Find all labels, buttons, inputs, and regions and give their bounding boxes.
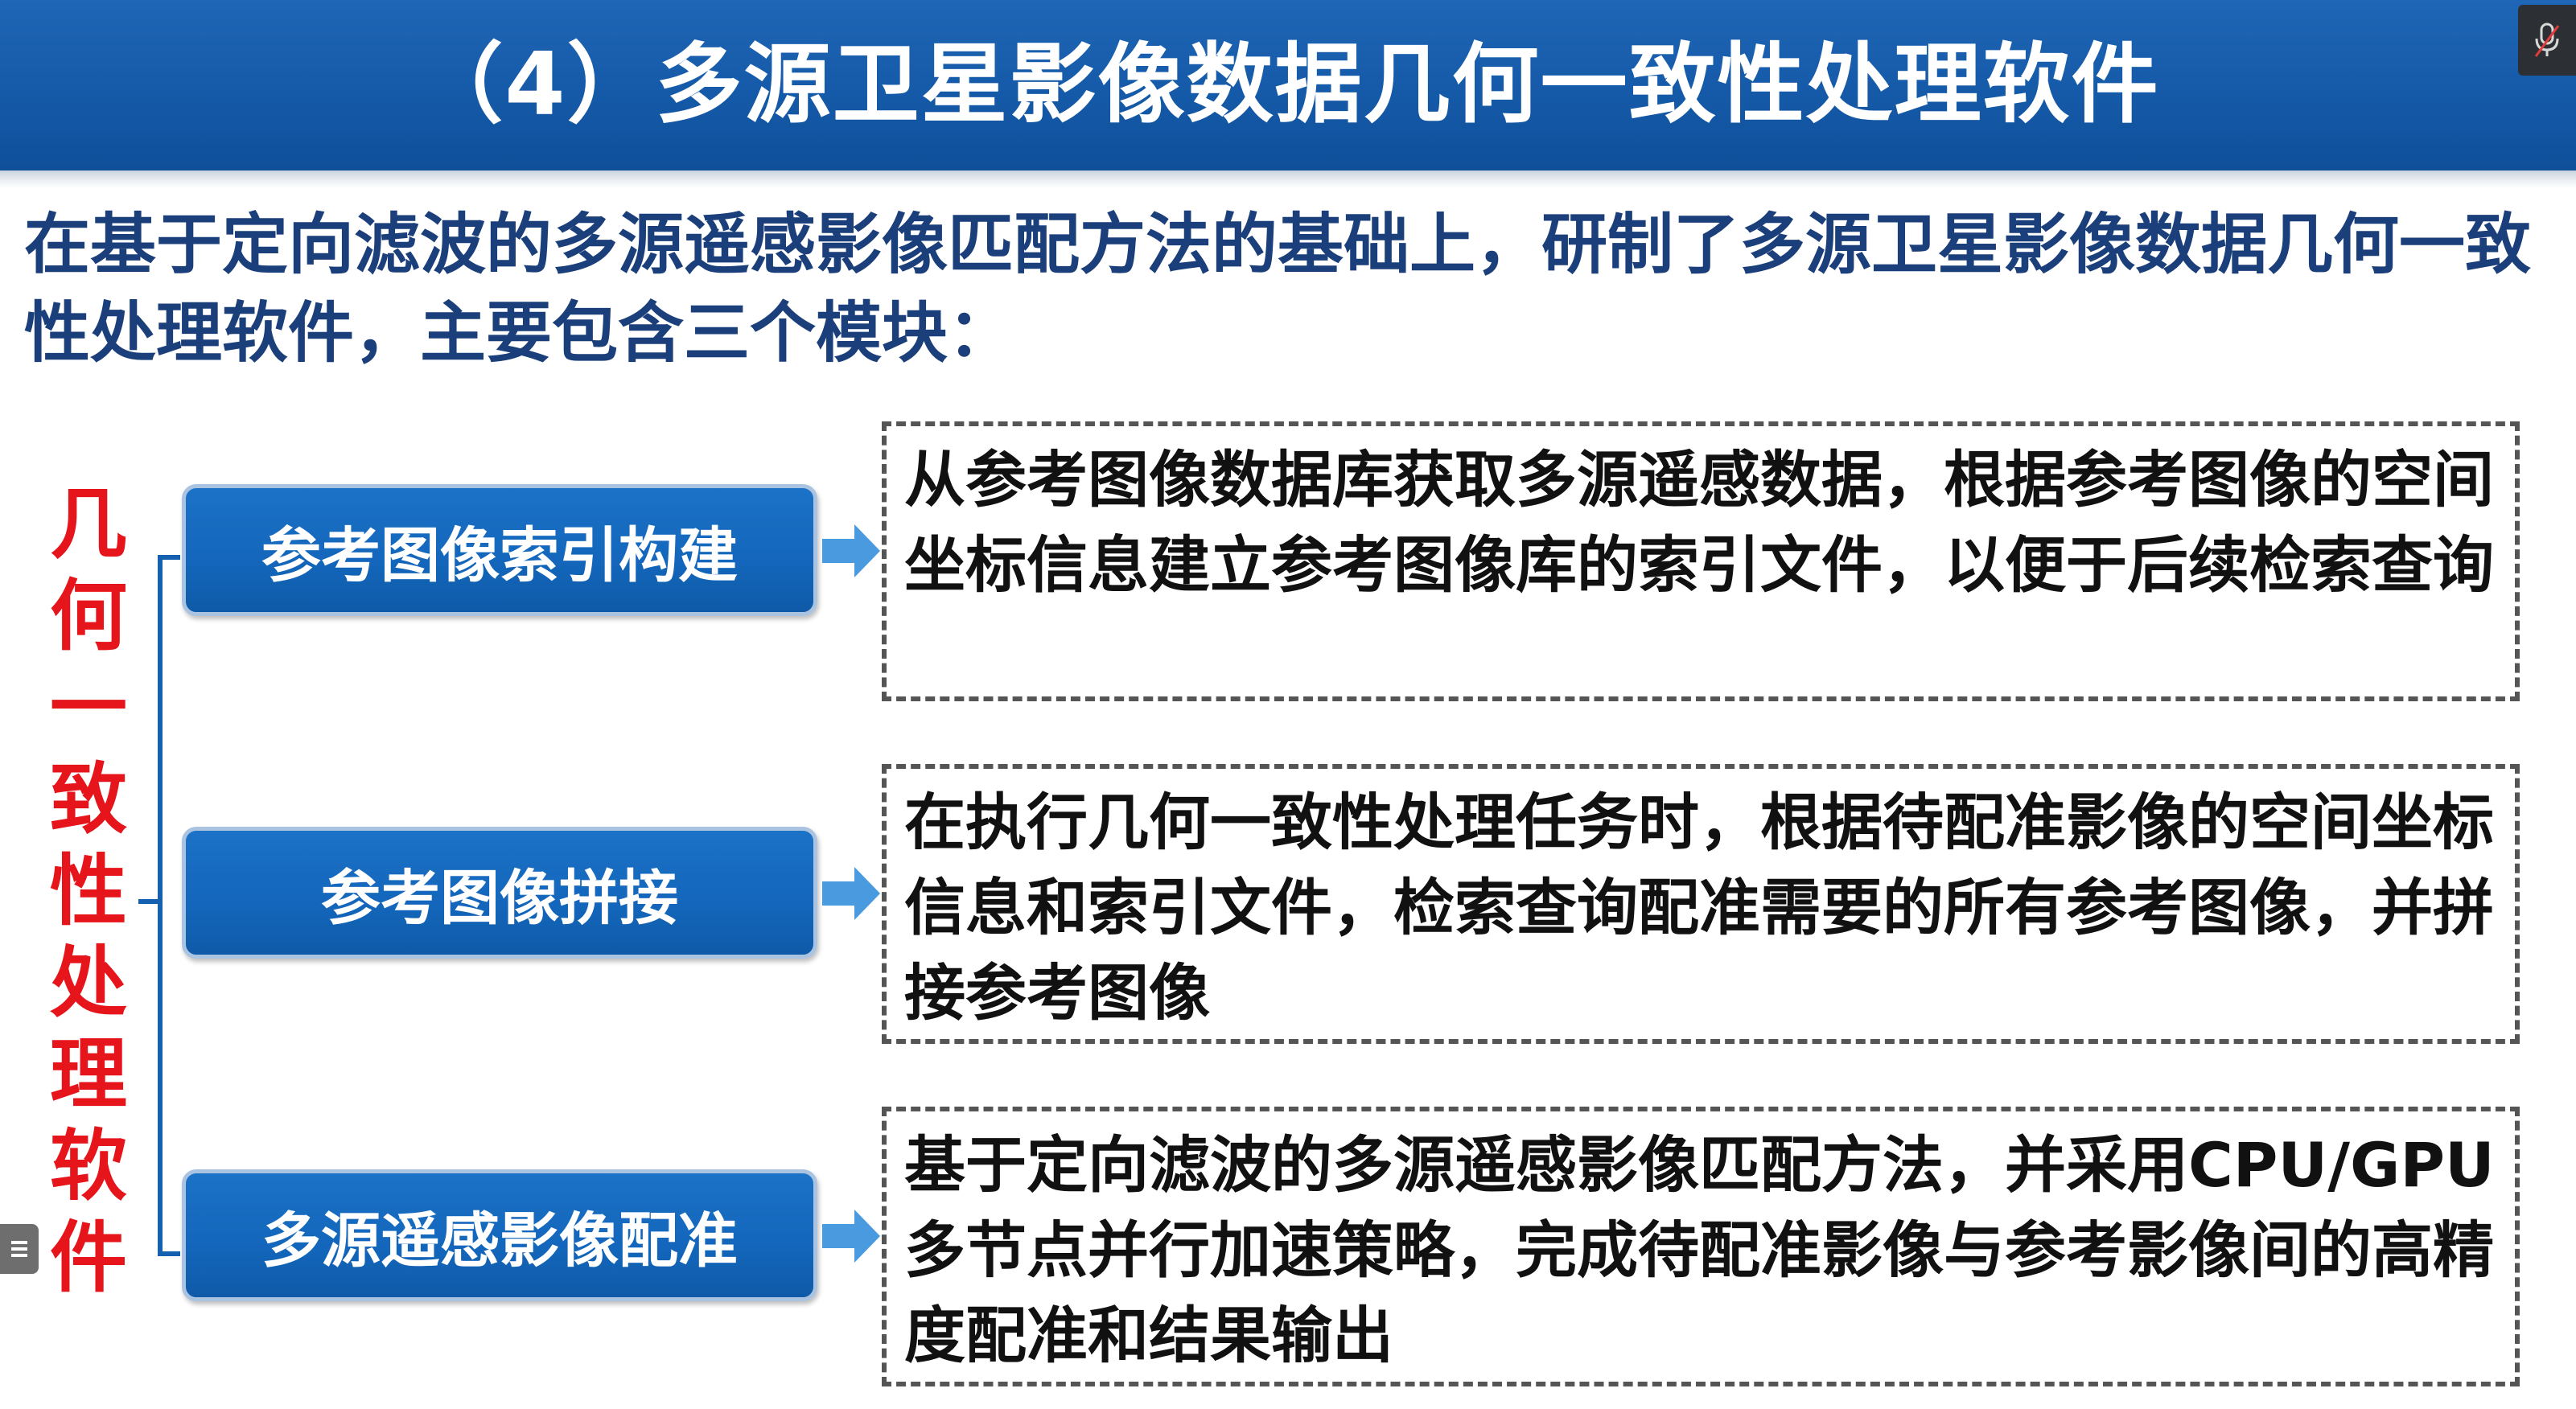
module-button-index-build[interactable]: 参考图像索引构建 [182, 484, 817, 616]
vertical-char: 何 [50, 571, 127, 661]
header-shadow [0, 170, 2576, 188]
vertical-char: 一 [50, 663, 127, 753]
mic-muted-icon [2534, 23, 2560, 57]
module-description-mosaic: 在执行几何一致性处理任务时，根据待配准影像的空间坐标信息和索引文件，检索查询配准… [882, 764, 2520, 1044]
intro-paragraph: 在基于定向滤波的多源遥感影像匹配方法的基础上，研制了多源卫星影像数据几何一致性处… [24, 207, 2532, 372]
slide: （4）多源卫星影像数据几何一致性处理软件 在基于定向滤波的多源遥感影像匹配方法的… [0, 0, 2576, 1409]
vertical-char: 性 [50, 846, 127, 936]
vertical-label: 几 何 一 致 性 处 理 软 件 [48, 479, 129, 1304]
menu-lines-icon [11, 1241, 27, 1257]
module-description-registration: 基于定向滤波的多源遥感影像匹配方法，并采用CPU/GPU多节点并行加速策略，完成… [882, 1107, 2520, 1386]
bracket-line [158, 555, 163, 1256]
module-button-mosaic[interactable]: 参考图像拼接 [182, 827, 817, 959]
slide-title: （4）多源卫星影像数据几何一致性处理软件 [416, 35, 2160, 135]
bracket-top-tick [158, 555, 180, 560]
vertical-char: 件 [50, 1213, 127, 1303]
header-bar: （4）多源卫星影像数据几何一致性处理软件 [0, 0, 2576, 170]
arrow-right-icon [822, 524, 880, 577]
vertical-char: 理 [50, 1029, 127, 1119]
vertical-char: 几 [50, 479, 127, 569]
side-panel-handle[interactable] [0, 1224, 39, 1274]
vertical-char: 软 [50, 1121, 127, 1211]
arrow-right-icon [822, 1210, 880, 1263]
vertical-char: 处 [50, 938, 127, 1028]
mic-toggle-button[interactable] [2518, 5, 2576, 76]
arrow-right-icon [822, 867, 880, 920]
bracket-mid-tick [138, 899, 163, 904]
module-description-index-build: 从参考图像数据库获取多源遥感数据，根据参考图像的空间坐标信息建立参考图像库的索引… [882, 421, 2520, 701]
vertical-char: 致 [50, 754, 127, 844]
module-button-registration[interactable]: 多源遥感影像配准 [182, 1169, 817, 1301]
bracket-bottom-tick [158, 1251, 180, 1256]
